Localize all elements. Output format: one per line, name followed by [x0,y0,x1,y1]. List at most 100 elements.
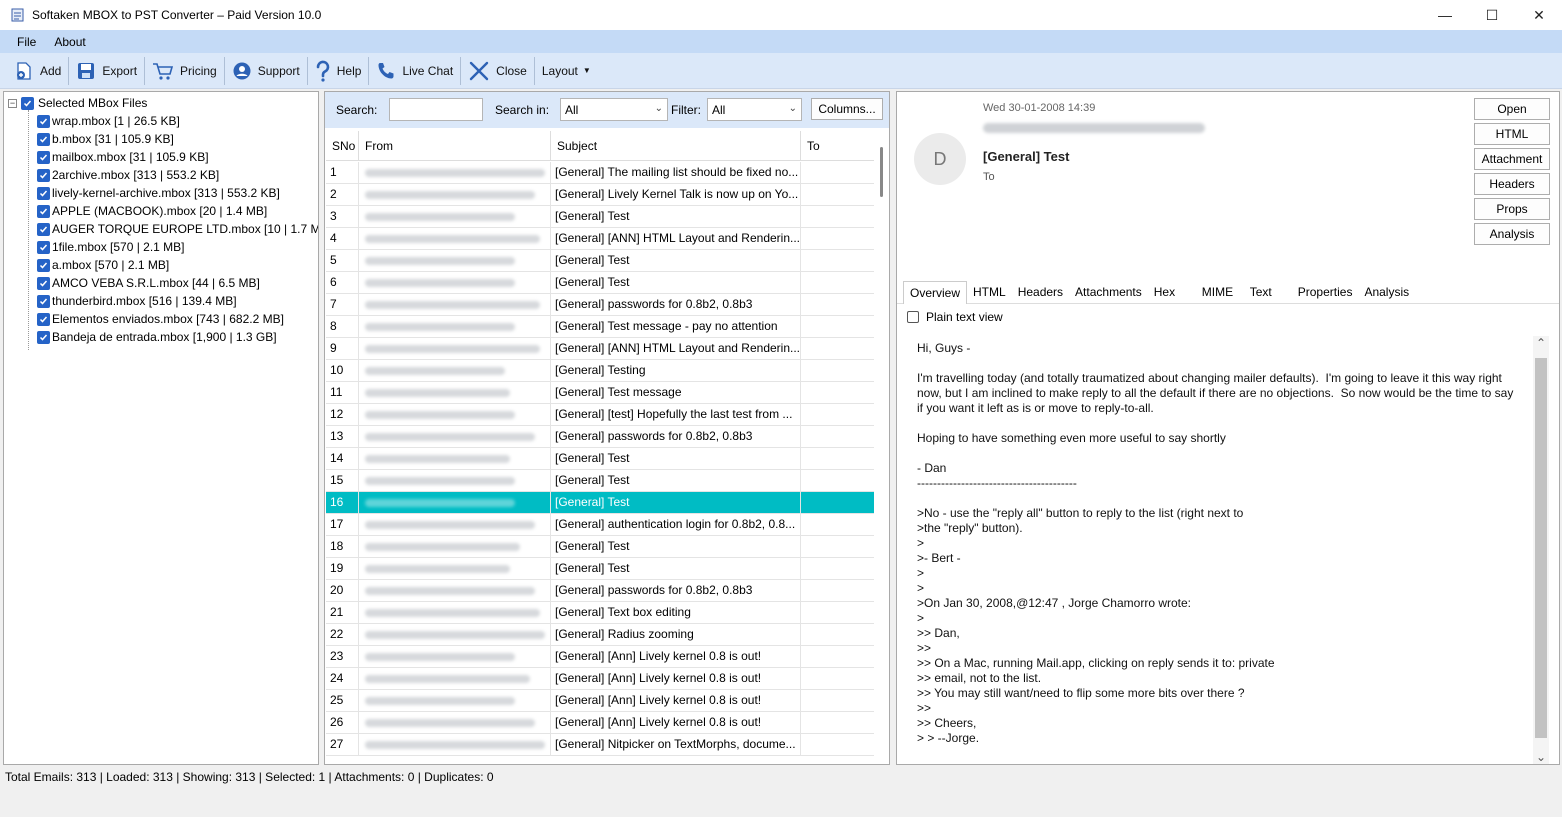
checkbox-checked-icon[interactable] [37,222,50,236]
layout-dropdown[interactable]: Layout ▼ [536,56,597,86]
table-row[interactable]: 4 [General] [ANN] HTML Layout and Renderi… [326,228,874,250]
tab-html[interactable]: HTML [967,281,1012,304]
tree-item[interactable]: wrap.mbox [1 | 26.5 KB] [37,112,318,130]
table-row[interactable]: 6 [General] Test [326,272,874,294]
body-scrollbar[interactable]: ⌃ ⌄ [1533,336,1549,764]
tree-item[interactable]: APPLE (MACBOOK).mbox [20 | 1.4 MB] [37,202,318,220]
props-button[interactable]: Props [1474,198,1550,220]
scroll-up-icon[interactable]: ⌃ [1533,336,1549,350]
tree-item[interactable]: mailbox.mbox [31 | 105.9 KB] [37,148,318,166]
table-row[interactable]: 19 [General] Test [326,558,874,580]
filter-select[interactable]: All ⌄ [707,98,802,121]
table-row[interactable]: 11 [General] Test message [326,382,874,404]
tree-item[interactable]: 2archive.mbox [313 | 553.2 KB] [37,166,318,184]
menu-about[interactable]: About [46,35,93,49]
minimize-icon[interactable]: — [1422,0,1468,30]
pricing-button[interactable]: Pricing [146,56,223,86]
tab-headers[interactable]: Headers [1012,281,1069,304]
open-button[interactable]: Open [1474,98,1550,120]
tree-item[interactable]: AMCO VEBA S.R.L.mbox [44 | 6.5 MB] [37,274,318,292]
tree-item[interactable]: thunderbird.mbox [516 | 139.4 MB] [37,292,318,310]
table-row[interactable]: 9 [General] [ANN] HTML Layout and Renderi… [326,338,874,360]
checkbox-checked-icon[interactable] [37,258,50,272]
table-row[interactable]: 2 [General] Lively Kernel Talk is now up … [326,184,874,206]
table-row[interactable]: 5 [General] Test [326,250,874,272]
columns-button[interactable]: Columns... [811,98,883,120]
checkbox-checked-icon[interactable] [37,186,50,200]
search-input[interactable] [389,98,483,121]
live-chat-button[interactable]: Live Chat [370,56,459,86]
tab-mime[interactable]: MIME [1196,281,1244,304]
analysis-button[interactable]: Analysis [1474,223,1550,245]
tree-item[interactable]: Bandeja de entrada.mbox [1,900 | 1.3 GB] [37,328,318,346]
tab-overview[interactable]: Overview [903,281,968,304]
column-header-sno[interactable]: SNo [326,131,359,161]
table-row[interactable]: 16 [General] Test [326,492,874,514]
tree-item[interactable]: a.mbox [570 | 2.1 MB] [37,256,318,274]
table-row[interactable]: 13 [General] passwords for 0.8b2, 0.8b3 [326,426,874,448]
tree-item[interactable]: AUGER TORQUE EUROPE LTD.mbox [10 | 1.7 M… [37,220,318,238]
attachment-button[interactable]: Attachment [1474,148,1550,170]
tree-root[interactable]: − Selected MBox Files [8,95,147,111]
table-row[interactable]: 26 [General] [Ann] Lively kernel 0.8 is o… [326,712,874,734]
scrollbar-thumb[interactable] [880,147,883,197]
checkbox-unchecked-icon[interactable] [907,311,919,323]
tree-item[interactable]: 1file.mbox [570 | 2.1 MB] [37,238,318,256]
table-row[interactable]: 24 [General] [Ann] Lively kernel 0.8 is o… [326,668,874,690]
checkbox-checked-icon[interactable] [37,168,50,182]
column-header-to[interactable]: To [801,131,874,161]
html-button[interactable]: HTML [1474,123,1550,145]
close-window-icon[interactable]: ✕ [1516,0,1562,30]
table-row[interactable]: 25 [General] [Ann] Lively kernel 0.8 is o… [326,690,874,712]
help-button[interactable]: Help [309,56,368,86]
export-button[interactable]: Export [70,56,143,86]
menu-file[interactable]: File [9,35,44,49]
table-row[interactable]: 10 [General] Testing [326,360,874,382]
checkbox-checked-icon[interactable] [37,312,50,326]
headers-button[interactable]: Headers [1474,173,1550,195]
tree-item[interactable]: b.mbox [31 | 105.9 KB] [37,130,318,148]
checkbox-checked-icon[interactable] [37,276,50,290]
column-header-from[interactable]: From [359,131,551,161]
checkbox-checked-icon[interactable] [37,204,50,218]
scroll-down-icon[interactable]: ⌄ [1533,750,1549,764]
checkbox-checked-icon[interactable] [37,294,50,308]
collapse-icon[interactable]: − [8,98,17,108]
checkbox-checked-icon[interactable] [37,150,50,164]
tree-item[interactable]: lively-kernel-archive.mbox [313 | 553.2 … [37,184,318,202]
table-row[interactable]: 7 [General] passwords for 0.8b2, 0.8b3 [326,294,874,316]
checkbox-checked-icon[interactable] [21,96,34,110]
tab-analysis[interactable]: Analysis [1358,281,1415,304]
table-row[interactable]: 15 [General] Test [326,470,874,492]
column-header-subject[interactable]: Subject [551,131,801,161]
tree-item[interactable]: Elementos enviados.mbox [743 | 682.2 MB] [37,310,318,328]
table-row[interactable]: 23 [General] [Ann] Lively kernel 0.8 is o… [326,646,874,668]
table-row[interactable]: 8 [General] Test message - pay no attenti… [326,316,874,338]
close-button[interactable]: Close [462,56,533,86]
table-row[interactable]: 18 [General] Test [326,536,874,558]
tab-properties[interactable]: Properties [1292,281,1359,304]
table-row[interactable]: 14 [General] Test [326,448,874,470]
plain-text-toggle[interactable]: Plain text view [907,310,1003,324]
checkbox-checked-icon[interactable] [37,240,50,254]
checkbox-checked-icon[interactable] [37,330,50,344]
maximize-icon[interactable]: ☐ [1469,0,1515,30]
search-in-select[interactable]: All ⌄ [560,98,668,121]
table-row[interactable]: 12 [General] [test] Hopefully the last te… [326,404,874,426]
tab-attachments[interactable]: Attachments [1069,281,1148,304]
table-row[interactable]: 21 [General] Text box editing [326,602,874,624]
table-row[interactable]: 22 [General] Radius zooming [326,624,874,646]
add-button[interactable]: Add [8,56,67,86]
checkbox-checked-icon[interactable] [37,132,50,146]
tab-hex[interactable]: Hex [1148,281,1196,304]
scrollbar-thumb[interactable] [1535,358,1547,738]
table-row[interactable]: 17 [General] authentication login for 0.8… [326,514,874,536]
checkbox-checked-icon[interactable] [37,114,50,128]
table-row[interactable]: 3 [General] Test [326,206,874,228]
table-row[interactable]: 27 [General] Nitpicker on TextMorphs, doc… [326,734,874,756]
support-button[interactable]: Support [226,56,306,86]
grid-scrollbar[interactable] [875,131,889,764]
tab-text[interactable]: Text [1244,281,1292,304]
table-row[interactable]: 1 [General] The mailing list should be fi… [326,162,874,184]
table-row[interactable]: 20 [General] passwords for 0.8b2, 0.8b3 [326,580,874,602]
